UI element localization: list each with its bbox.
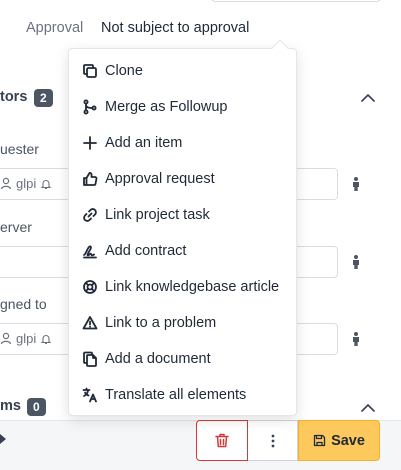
menu-item-label: Link to a problem xyxy=(105,315,217,331)
menu-item-link-problem[interactable]: Link to a problem xyxy=(69,305,296,341)
plus-icon xyxy=(82,135,98,151)
chevron-up-icon[interactable] xyxy=(360,90,376,106)
language-icon xyxy=(82,387,98,403)
user-icon xyxy=(0,177,12,190)
save-button-label: Save xyxy=(331,432,365,449)
bell-icon[interactable] xyxy=(40,333,52,345)
menu-item-label: Clone xyxy=(105,63,143,79)
git-merge-icon xyxy=(82,99,98,115)
person-icon[interactable] xyxy=(349,176,363,192)
menu-item-label: Merge as Followup xyxy=(105,99,228,115)
signature-icon xyxy=(82,243,98,259)
menu-item-label: Link project task xyxy=(105,207,210,223)
actors-count-badge: 2 xyxy=(34,89,53,107)
trash-icon xyxy=(215,433,229,448)
approval-label: Approval xyxy=(26,20,84,36)
approval-value: Not subject to approval xyxy=(101,20,250,36)
requester-chip: glpi xyxy=(0,176,52,191)
menu-item-link-project-task[interactable]: Link project task xyxy=(69,197,296,233)
menu-item-merge-followup[interactable]: Merge as Followup xyxy=(69,89,296,125)
items-count-badge: 0 xyxy=(27,398,46,416)
dots-vertical-icon xyxy=(271,434,274,447)
user-icon xyxy=(0,332,12,345)
more-actions-button[interactable] xyxy=(248,420,298,461)
requester-label: uester xyxy=(0,141,39,157)
menu-item-label: Link knowledgebase article xyxy=(105,279,280,295)
menu-item-label: Translate all elements xyxy=(105,387,247,403)
top-field[interactable] xyxy=(210,0,382,2)
menu-item-label: Add a document xyxy=(105,351,211,367)
delete-button[interactable] xyxy=(196,420,248,461)
save-icon xyxy=(313,434,326,447)
link-icon xyxy=(82,207,98,223)
menu-item-approval-request[interactable]: Approval request xyxy=(69,161,296,197)
menu-item-add-item[interactable]: Add an item xyxy=(69,125,296,161)
menu-item-label: Approval request xyxy=(105,171,215,187)
alert-triangle-icon xyxy=(82,315,98,331)
person-icon[interactable] xyxy=(349,254,363,270)
menu-item-translate[interactable]: Translate all elements xyxy=(69,377,296,413)
caret-right-icon[interactable] xyxy=(0,432,8,446)
assigned-chip-label: glpi xyxy=(16,331,37,346)
menu-item-label: Add an item xyxy=(105,135,183,151)
menu-item-add-document[interactable]: Add a document xyxy=(69,341,296,377)
save-button[interactable]: Save xyxy=(298,420,380,461)
chevron-up-icon[interactable] xyxy=(360,400,376,412)
lifebuoy-icon xyxy=(82,279,98,295)
bell-icon[interactable] xyxy=(40,178,52,190)
person-icon[interactable] xyxy=(349,331,363,347)
items-section-title[interactable]: ms xyxy=(0,398,21,414)
actors-section-title[interactable]: tors xyxy=(0,89,27,105)
copy-icon xyxy=(82,63,98,79)
menu-item-clone[interactable]: Clone xyxy=(69,53,296,89)
thumb-up-icon xyxy=(82,171,98,187)
observer-label: erver xyxy=(0,219,32,235)
menu-item-add-contract[interactable]: Add contract xyxy=(69,233,296,269)
files-icon xyxy=(82,351,98,367)
assigned-label: gned to xyxy=(0,296,47,312)
requester-chip-label: glpi xyxy=(16,176,37,191)
menu-item-label: Add contract xyxy=(105,243,187,259)
assigned-chip: glpi xyxy=(0,331,52,346)
actions-dropdown-menu: Clone Merge as Followup Add an item Appr… xyxy=(68,48,297,416)
menu-item-link-kb-article[interactable]: Link knowledgebase article xyxy=(69,269,296,305)
